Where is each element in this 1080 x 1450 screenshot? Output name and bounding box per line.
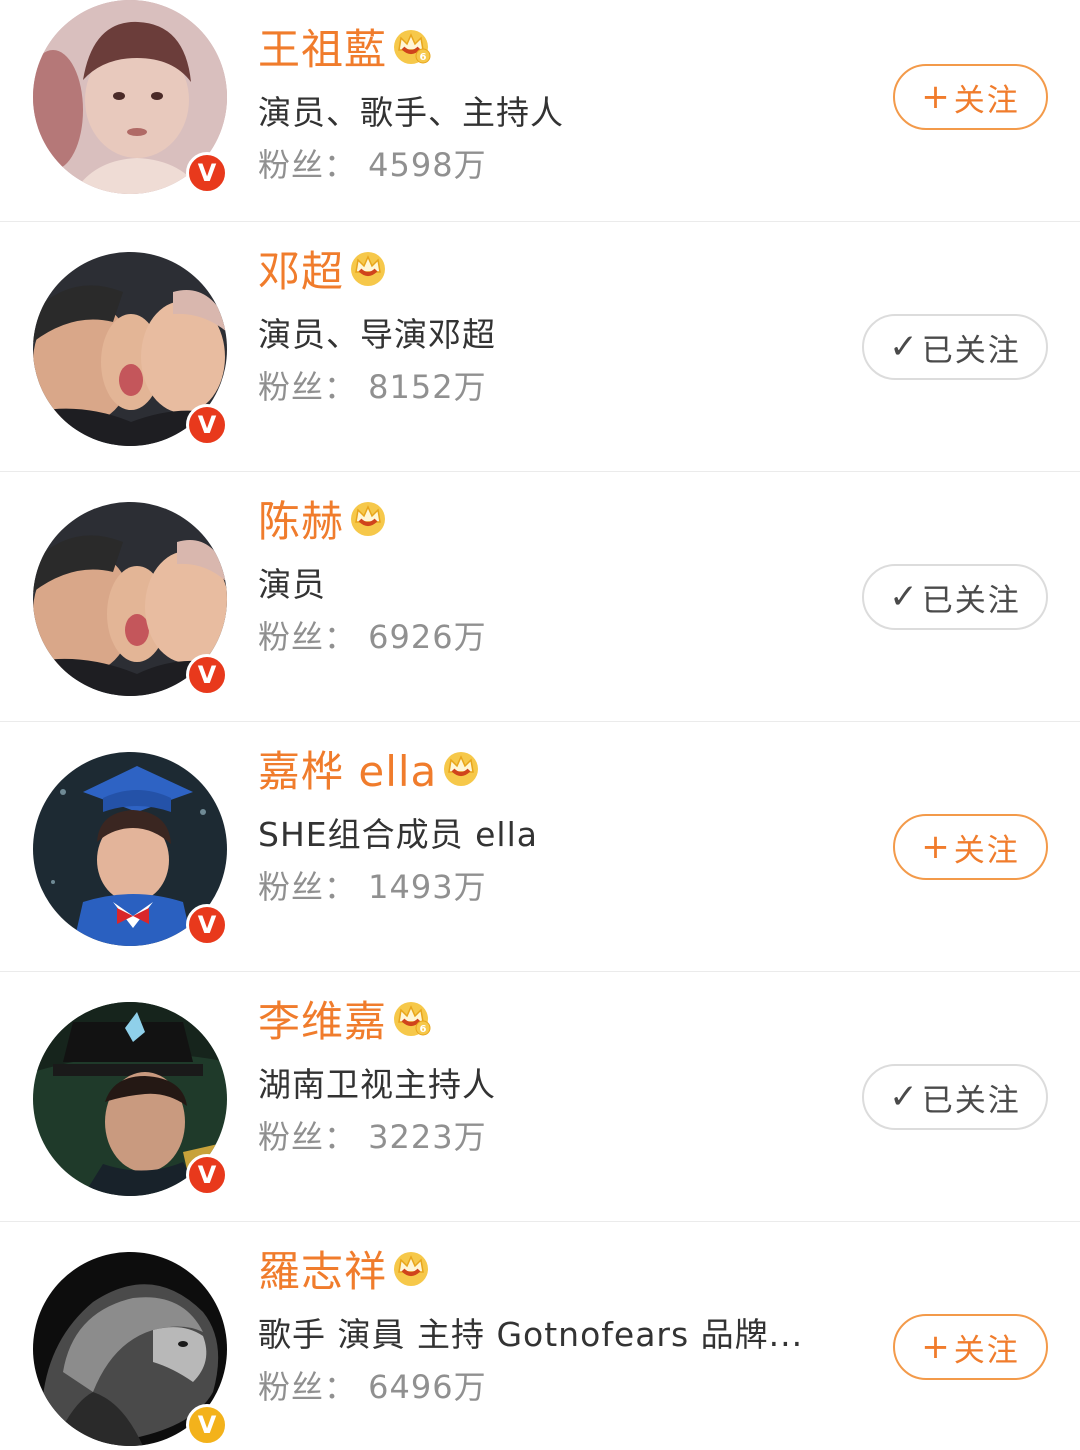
name-line: 羅志祥: [258, 1240, 431, 1296]
checkmark-icon: ✓: [889, 577, 920, 617]
verified-badge-icon: V: [186, 654, 228, 696]
crown-vip-icon: [351, 252, 386, 286]
list-item[interactable]: V 陈赫 演员 粉丝： 6926万 ✓ 已关注: [0, 472, 1080, 722]
follow-button-label: 关注: [953, 832, 1020, 869]
fans-count: 粉丝： 8152万: [258, 368, 487, 406]
follow-button-label: 关注: [953, 1332, 1020, 1369]
follow-button-label: 关注: [953, 82, 1020, 119]
user-list: V 王祖藍 6 演员、歌手、主持人 粉丝： 4598万 + 关注 V 邓超 演员…: [0, 0, 1080, 1450]
checkmark-icon: ✓: [889, 1077, 920, 1117]
verified-badge-icon: V: [186, 404, 228, 446]
user-description: 演员、导演邓超: [258, 315, 496, 354]
avatar[interactable]: V: [33, 0, 228, 194]
followed-button[interactable]: ✓ 已关注: [862, 314, 1048, 380]
user-name[interactable]: 邓超: [258, 238, 344, 299]
user-name[interactable]: 李维嘉: [258, 988, 387, 1049]
plus-icon: +: [921, 1327, 952, 1367]
name-line: 陈赫: [258, 490, 388, 546]
avatar[interactable]: V: [33, 252, 228, 446]
crown-vip-icon: [351, 502, 386, 536]
list-item[interactable]: V 羅志祥 歌手 演員 主持 Gotnofears 品牌... 粉丝： 6496…: [0, 1222, 1080, 1450]
list-item[interactable]: V 李维嘉 6 湖南卫视主持人 粉丝： 3223万 ✓ 已关注: [0, 972, 1080, 1222]
verified-badge-icon: V: [186, 1404, 228, 1446]
checkmark-icon: ✓: [889, 327, 920, 367]
avatar[interactable]: V: [33, 1002, 228, 1196]
follow-button[interactable]: + 关注: [893, 1314, 1048, 1380]
followed-button[interactable]: ✓ 已关注: [862, 1064, 1048, 1130]
user-name[interactable]: 陈赫: [258, 488, 344, 549]
user-description: 湖南卫视主持人: [258, 1065, 496, 1104]
avatar[interactable]: V: [33, 502, 228, 696]
fans-count: 粉丝： 6926万: [258, 618, 487, 656]
followed-button[interactable]: ✓ 已关注: [862, 564, 1048, 630]
crown-vip-icon: [444, 752, 479, 786]
name-line: 王祖藍 6: [258, 18, 431, 74]
user-name[interactable]: 羅志祥: [258, 1238, 387, 1299]
verified-badge-icon: V: [186, 152, 228, 194]
user-description: 演员、歌手、主持人: [258, 93, 564, 132]
crown-vip-icon: [394, 1252, 429, 1286]
name-line: 嘉桦 ella: [258, 740, 481, 796]
crown-vip-icon: 6: [394, 1002, 431, 1036]
verified-badge-icon: V: [186, 904, 228, 946]
name-line: 李维嘉 6: [258, 990, 431, 1046]
avatar[interactable]: V: [33, 752, 228, 946]
plus-icon: +: [921, 77, 952, 117]
user-name[interactable]: 王祖藍: [258, 16, 387, 77]
fans-count: 粉丝： 1493万: [258, 868, 487, 906]
crown-level: 6: [420, 1024, 427, 1035]
followed-button-label: 已关注: [921, 582, 1021, 619]
user-description: 歌手 演員 主持 Gotnofears 品牌...: [258, 1315, 804, 1354]
verified-badge-icon: V: [186, 1154, 228, 1196]
avatar[interactable]: V: [33, 1252, 228, 1446]
follow-button[interactable]: + 关注: [893, 64, 1048, 130]
list-item[interactable]: V 邓超 演员、导演邓超 粉丝： 8152万 ✓ 已关注: [0, 222, 1080, 472]
list-item[interactable]: V 王祖藍 6 演员、歌手、主持人 粉丝： 4598万 + 关注: [0, 0, 1080, 222]
follow-button[interactable]: + 关注: [893, 814, 1048, 880]
list-item[interactable]: V 嘉桦 ella SHE组合成员 ella 粉丝： 1493万 + 关注: [0, 722, 1080, 972]
crown-vip-icon: 6: [394, 30, 431, 64]
followed-button-label: 已关注: [921, 332, 1021, 369]
fans-count: 粉丝： 4598万: [258, 146, 487, 184]
fans-count: 粉丝： 6496万: [258, 1368, 487, 1406]
user-name[interactable]: 嘉桦 ella: [258, 738, 437, 799]
fans-count: 粉丝： 3223万: [258, 1118, 487, 1156]
plus-icon: +: [921, 827, 952, 867]
crown-level: 6: [420, 52, 427, 63]
user-description: SHE组合成员 ella: [258, 815, 538, 854]
user-description: 演员: [258, 565, 326, 604]
followed-button-label: 已关注: [921, 1082, 1021, 1119]
name-line: 邓超: [258, 240, 388, 296]
